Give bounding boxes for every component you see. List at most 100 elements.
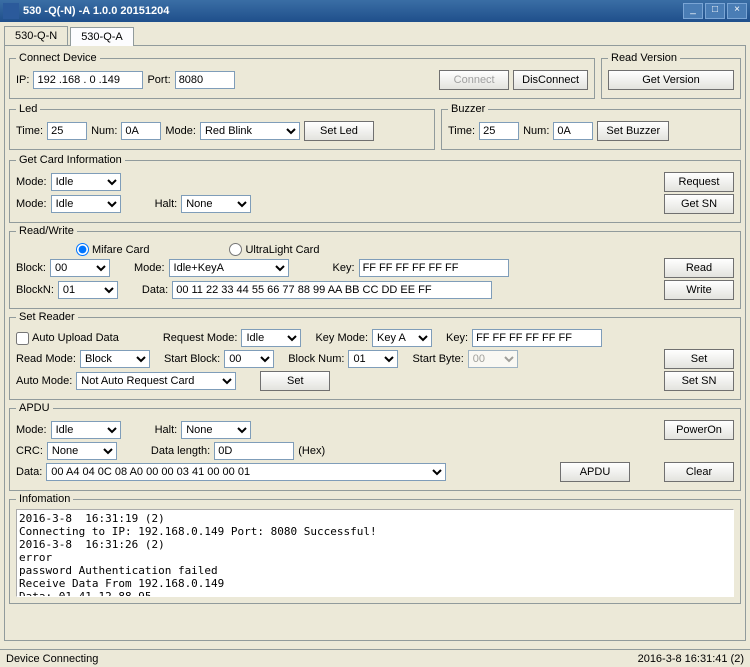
apdu-datalen-input[interactable] bbox=[214, 442, 294, 460]
ip-input[interactable] bbox=[33, 71, 143, 89]
rw-block-select[interactable]: 00 bbox=[50, 259, 110, 277]
readmode-select[interactable]: Block bbox=[80, 350, 150, 368]
led-mode-select[interactable]: Red Blink bbox=[200, 122, 300, 140]
tabstrip: 530-Q-N 530-Q-A bbox=[0, 22, 750, 45]
startbyte-select: 00 bbox=[468, 350, 518, 368]
get-card-group: Get Card Information Mode: Idle Request … bbox=[9, 154, 741, 223]
led-time-label: Time: bbox=[16, 125, 43, 137]
status-left: Device Connecting bbox=[6, 653, 98, 665]
startblock-label: Start Block: bbox=[164, 353, 220, 365]
apdu-halt-label: Halt: bbox=[155, 424, 178, 436]
keymode-label: Key Mode: bbox=[315, 332, 368, 344]
led-legend: Led bbox=[16, 103, 40, 115]
minimize-button[interactable]: _ bbox=[683, 3, 703, 19]
keymode-select[interactable]: Key A bbox=[372, 329, 432, 347]
apdu-hex-label: (Hex) bbox=[298, 445, 325, 457]
connect-button[interactable]: Connect bbox=[439, 70, 509, 90]
rw-key-label: Key: bbox=[333, 262, 355, 274]
rw-data-input[interactable] bbox=[172, 281, 492, 299]
rw-data-label: Data: bbox=[142, 284, 168, 296]
set-sn-button[interactable]: Set SN bbox=[664, 371, 734, 391]
close-button[interactable]: × bbox=[727, 3, 747, 19]
blocknum-select[interactable]: 01 bbox=[348, 350, 398, 368]
rw-legend: Read/Write bbox=[16, 225, 77, 237]
led-group: Led Time: Num: Mode: Red Blink Set Led bbox=[9, 103, 435, 150]
apdu-legend: APDU bbox=[16, 402, 53, 414]
getcard-mode2-label: Mode: bbox=[16, 198, 47, 210]
get-sn-button[interactable]: Get SN bbox=[664, 194, 734, 214]
getcard-halt-label: Halt: bbox=[155, 198, 178, 210]
mifare-radio[interactable]: Mifare Card bbox=[76, 243, 149, 256]
set-reader-button[interactable]: Set bbox=[664, 349, 734, 369]
read-write-group: Read/Write Mifare Card UltraLight Card B… bbox=[9, 225, 741, 309]
led-time-input[interactable] bbox=[47, 122, 87, 140]
ip-label: IP: bbox=[16, 74, 29, 86]
apdu-data-select[interactable]: 00 A4 04 0C 08 A0 00 00 03 41 00 00 01 bbox=[46, 463, 446, 481]
led-num-label: Num: bbox=[91, 125, 117, 137]
set-led-button[interactable]: Set Led bbox=[304, 121, 374, 141]
rw-block-label: Block: bbox=[16, 262, 46, 274]
info-legend: Infomation bbox=[16, 493, 73, 505]
rw-blockn-select[interactable]: 01 bbox=[58, 281, 118, 299]
apdu-data-label: Data: bbox=[16, 466, 42, 478]
buzzer-time-input[interactable] bbox=[479, 122, 519, 140]
poweron-button[interactable]: PowerOn bbox=[664, 420, 734, 440]
app-icon bbox=[3, 3, 19, 19]
apdu-group: APDU Mode: Idle Halt: None PowerOn CRC: … bbox=[9, 402, 741, 491]
readver-legend: Read Version bbox=[608, 52, 680, 64]
reqmode-select[interactable]: Idle bbox=[241, 329, 301, 347]
led-mode-label: Mode: bbox=[165, 125, 196, 137]
connect-legend: Connect Device bbox=[16, 52, 100, 64]
get-version-button[interactable]: Get Version bbox=[608, 70, 734, 90]
window-title: 530 -Q(-N) -A 1.0.0 20151204 bbox=[23, 5, 681, 17]
apdu-mode-label: Mode: bbox=[16, 424, 47, 436]
info-text[interactable]: 2016-3-8 16:31:19 (2) Connecting to IP: … bbox=[16, 509, 734, 597]
status-right: 2016-3-8 16:31:41 (2) bbox=[638, 653, 744, 665]
getcard-mode2-select[interactable]: Idle bbox=[51, 195, 121, 213]
getcard-legend: Get Card Information bbox=[16, 154, 125, 166]
read-version-group: Read Version Get Version bbox=[601, 52, 741, 99]
led-num-input[interactable] bbox=[121, 122, 161, 140]
apdu-crc-select[interactable]: None bbox=[47, 442, 117, 460]
startbyte-label: Start Byte: bbox=[412, 353, 463, 365]
buzzer-group: Buzzer Time: Num: Set Buzzer bbox=[441, 103, 741, 150]
statusbar: Device Connecting 2016-3-8 16:31:41 (2) bbox=[0, 649, 750, 667]
automode-select[interactable]: Not Auto Request Card bbox=[76, 372, 236, 390]
read-button[interactable]: Read bbox=[664, 258, 734, 278]
tab-530-q-n[interactable]: 530-Q-N bbox=[4, 26, 68, 45]
write-button[interactable]: Write bbox=[664, 280, 734, 300]
auto-upload-checkbox[interactable]: Auto Upload Data bbox=[16, 332, 119, 345]
startblock-select[interactable]: 00 bbox=[224, 350, 274, 368]
port-input[interactable] bbox=[175, 71, 235, 89]
reqmode-label: Request Mode: bbox=[163, 332, 238, 344]
sr-key-input[interactable] bbox=[472, 329, 602, 347]
buzzer-num-input[interactable] bbox=[553, 122, 593, 140]
apdu-datalen-label: Data length: bbox=[151, 445, 210, 457]
apdu-mode-select[interactable]: Idle bbox=[51, 421, 121, 439]
apdu-button[interactable]: APDU bbox=[560, 462, 630, 482]
clear-button[interactable]: Clear bbox=[664, 462, 734, 482]
buzzer-legend: Buzzer bbox=[448, 103, 488, 115]
disconnect-button[interactable]: DisConnect bbox=[513, 70, 588, 90]
ultralight-radio[interactable]: UltraLight Card bbox=[229, 243, 319, 256]
apdu-halt-select[interactable]: None bbox=[181, 421, 251, 439]
maximize-button[interactable]: □ bbox=[705, 3, 725, 19]
titlebar: 530 -Q(-N) -A 1.0.0 20151204 _ □ × bbox=[0, 0, 750, 22]
buzzer-time-label: Time: bbox=[448, 125, 475, 137]
getcard-mode1-select[interactable]: Idle bbox=[51, 173, 121, 191]
setreader-legend: Set Reader bbox=[16, 311, 78, 323]
set-buzzer-button[interactable]: Set Buzzer bbox=[597, 121, 669, 141]
connect-device-group: Connect Device IP: Port: Connect DisConn… bbox=[9, 52, 595, 99]
automode-label: Auto Mode: bbox=[16, 375, 72, 387]
request-button[interactable]: Request bbox=[664, 172, 734, 192]
rw-key-input[interactable] bbox=[359, 259, 509, 277]
set-automode-button[interactable]: Set bbox=[260, 371, 330, 391]
tabpanel: Connect Device IP: Port: Connect DisConn… bbox=[4, 45, 746, 641]
apdu-crc-label: CRC: bbox=[16, 445, 43, 457]
sr-key-label: Key: bbox=[446, 332, 468, 344]
getcard-halt-select[interactable]: None bbox=[181, 195, 251, 213]
port-label: Port: bbox=[147, 74, 170, 86]
tab-530-q-a[interactable]: 530-Q-A bbox=[70, 27, 134, 46]
blocknum-label: Block Num: bbox=[288, 353, 344, 365]
rw-mode-select[interactable]: Idle+KeyA bbox=[169, 259, 289, 277]
